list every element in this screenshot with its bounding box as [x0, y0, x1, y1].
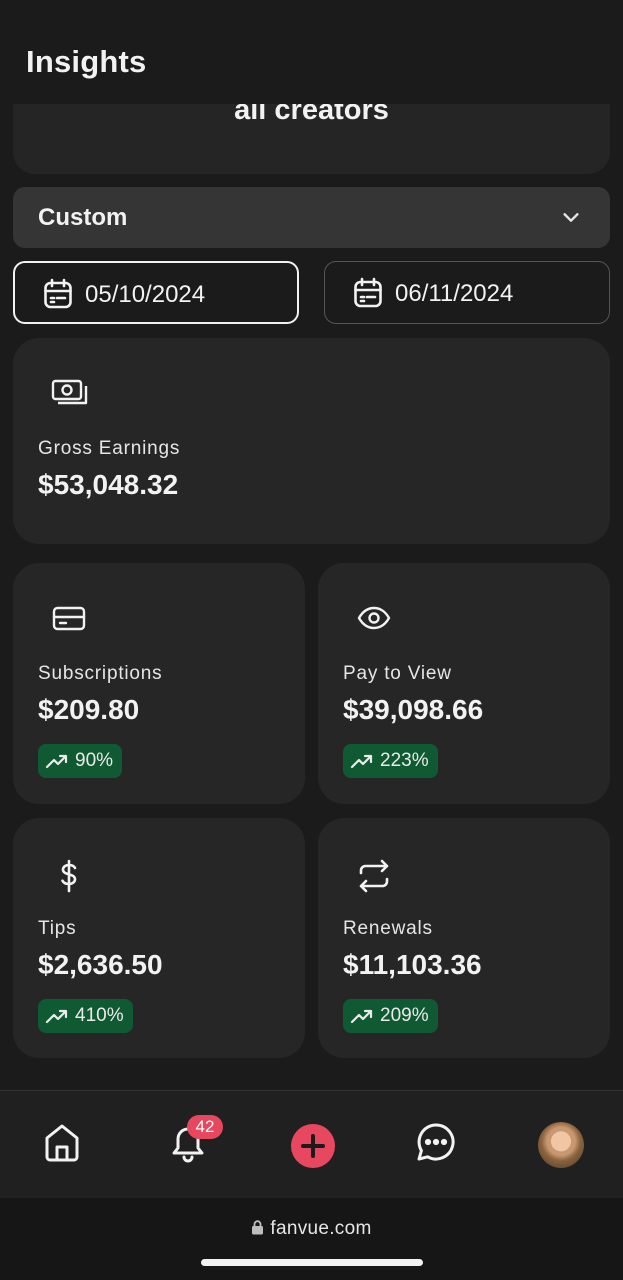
subscriptions-value: $209.80 — [38, 694, 140, 725]
profile-avatar[interactable] — [538, 1122, 584, 1168]
home-icon[interactable] — [43, 1121, 81, 1163]
dollar-sign-icon — [61, 859, 77, 893]
calendar-icon — [44, 278, 72, 309]
trending-up-icon — [45, 1009, 68, 1024]
renewals-label: Renewals — [343, 918, 433, 939]
plus-icon — [301, 1134, 325, 1158]
subscriptions-change: 90% — [75, 750, 114, 771]
gross-earnings-label: Gross Earnings — [38, 438, 181, 459]
browser-url-bar[interactable]: fanvue.com — [0, 1198, 623, 1280]
date-range-value: Custom — [38, 204, 128, 231]
tips-change: 410% — [75, 1005, 124, 1026]
pay-to-view-label: Pay to View — [343, 663, 452, 684]
renewals-value: $11,103.36 — [343, 949, 482, 980]
pay-to-view-value: $39,098.66 — [343, 694, 484, 725]
pay-to-view-change: 223% — [380, 750, 429, 771]
subscriptions-card: Subscriptions $209.80 90% — [13, 563, 305, 804]
eye-icon — [357, 606, 391, 630]
cash-stack-icon — [51, 379, 88, 405]
renewals-change-badge: 209% — [343, 999, 438, 1033]
pay-to-view-card: Pay to View $39,098.66 223% — [318, 563, 610, 804]
subscriptions-label: Subscriptions — [38, 663, 163, 684]
tips-label: Tips — [38, 918, 77, 939]
credit-card-icon — [52, 606, 86, 631]
chevron-down-icon — [563, 213, 579, 222]
tips-change-badge: 410% — [38, 999, 133, 1033]
tips-card: Tips $2,636.50 410% — [13, 818, 305, 1058]
home-indicator — [201, 1259, 423, 1266]
trending-up-icon — [350, 754, 373, 769]
notification-count-badge: 42 — [187, 1115, 223, 1139]
chat-bubble-icon[interactable] — [415, 1121, 457, 1163]
end-date-value: 06/11/2024 — [395, 280, 514, 307]
repeat-icon — [359, 859, 389, 893]
calendar-icon — [354, 277, 382, 308]
page-header: Insights — [0, 0, 623, 104]
renewals-change: 209% — [380, 1005, 429, 1026]
trending-up-icon — [45, 754, 68, 769]
subscriptions-change-badge: 90% — [38, 744, 123, 778]
create-post-button[interactable] — [291, 1124, 335, 1168]
tips-value: $2,636.50 — [38, 949, 163, 980]
pay-to-view-change-badge: 223% — [343, 744, 438, 778]
lock-icon — [252, 1220, 264, 1235]
end-date-field[interactable]: 06/11/2024 — [324, 261, 610, 324]
renewals-card: Renewals $11,103.36 209% — [318, 818, 610, 1058]
start-date-value: 05/10/2024 — [85, 281, 206, 308]
gross-earnings-value: $53,048.32 — [38, 469, 179, 500]
gross-earnings-card: Gross Earnings $53,048.32 — [13, 338, 610, 544]
start-date-field[interactable]: 05/10/2024 — [13, 261, 299, 324]
url-display: fanvue.com — [0, 1218, 623, 1240]
date-range-select[interactable]: Custom — [13, 187, 610, 248]
page-title: Insights — [26, 44, 147, 79]
trending-up-icon — [350, 1009, 373, 1024]
url-text: fanvue.com — [270, 1218, 372, 1239]
